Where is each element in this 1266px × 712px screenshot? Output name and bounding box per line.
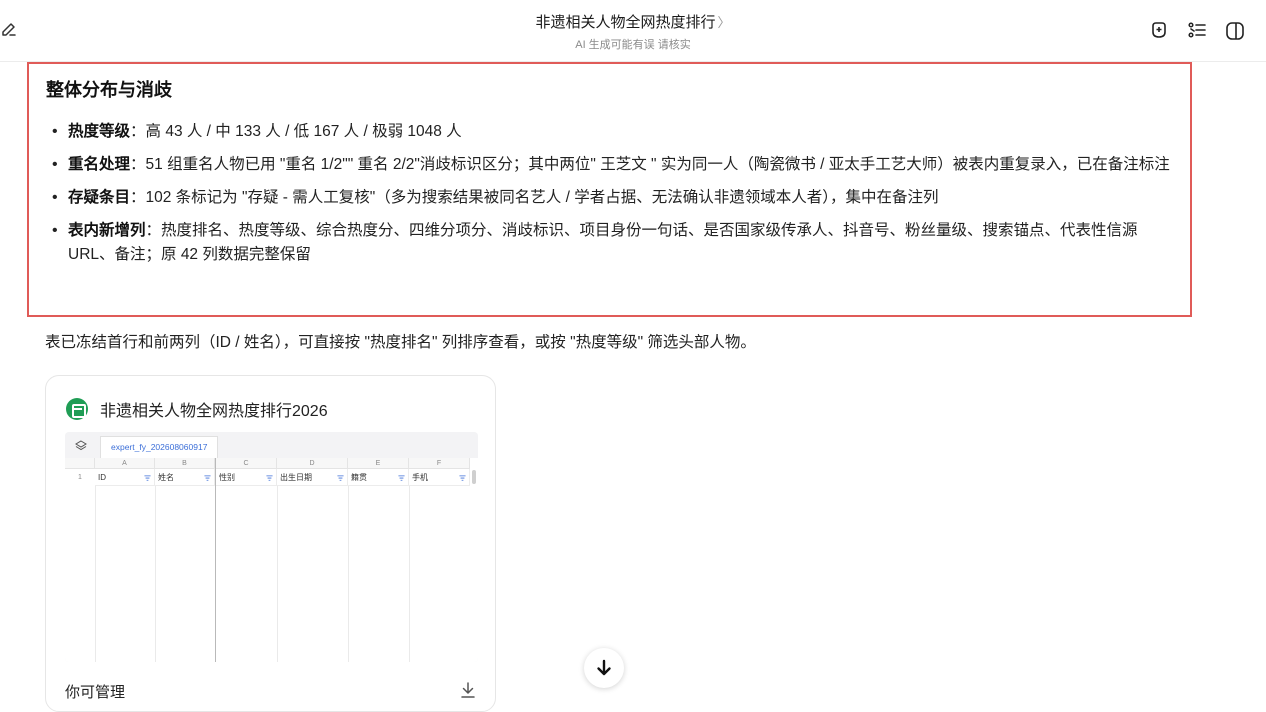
- summary-list: 热度等级：高 43 人 / 中 133 人 / 低 167 人 / 极弱 104…: [46, 120, 1176, 276]
- item-label: 热度等级: [68, 123, 131, 140]
- list-item: 表内新增列：热度排名、热度等级、综合热度分、四维分项分、消歧标识、项目身份一句话…: [46, 219, 1176, 267]
- filter-icon[interactable]: [266, 475, 273, 482]
- filter-icon[interactable]: [144, 475, 151, 482]
- summary-highlight-box: 整体分布与消歧 热度等级：高 43 人 / 中 133 人 / 低 167 人 …: [27, 62, 1192, 317]
- item-label: 表内新增列: [68, 222, 146, 239]
- cell-text: ID: [98, 473, 106, 482]
- sidebar-toggle-icon[interactable]: [1224, 20, 1246, 42]
- column-header-b[interactable]: B: [155, 458, 215, 469]
- item-text: ：高 43 人 / 中 133 人 / 低 167 人 / 极弱 1048 人: [130, 123, 462, 140]
- list-item: 重名处理：51 组重名人物已用 "重名 1/2"" 重名 2/2"消歧标识区分；…: [46, 153, 1176, 177]
- spreadsheet-card[interactable]: 非遗相关人物全网热度排行2026 expert_fy_202608060917 …: [45, 375, 496, 712]
- column-header-c[interactable]: C: [216, 458, 277, 469]
- filter-icon[interactable]: [337, 475, 344, 482]
- column-header-a[interactable]: A: [95, 458, 155, 469]
- scroll-to-bottom-button[interactable]: [584, 648, 624, 688]
- item-label: 存疑条目: [68, 189, 131, 206]
- spreadsheet-preview[interactable]: expert_fy_202608060917 A B C D E F 1 ID …: [65, 432, 478, 662]
- spreadsheet-file-icon: [66, 398, 88, 420]
- row-number[interactable]: 1: [65, 469, 95, 486]
- grid-line: [277, 486, 278, 662]
- sheet-tab[interactable]: expert_fy_202608060917: [100, 436, 219, 458]
- card-header[interactable]: 非遗相关人物全网热度排行2026: [66, 398, 328, 420]
- conversation-title[interactable]: 非遗相关人物全网热度排行: [535, 14, 715, 31]
- cell-header-hometown[interactable]: 籍贯: [348, 469, 409, 486]
- filter-icon[interactable]: [398, 475, 405, 482]
- item-text: ：热度排名、热度等级、综合热度分、四维分项分、消歧标识、项目身份一句话、是否国家…: [68, 222, 1138, 263]
- layers-icon[interactable]: [75, 439, 87, 451]
- grid-line: [409, 486, 410, 662]
- manage-label[interactable]: 你可管理: [65, 681, 125, 702]
- conversation-title-area: 非遗相关人物全网热度排行〉 AI 生成可能有误 请核实: [0, 11, 1266, 52]
- grid-line: [155, 486, 156, 662]
- outline-icon[interactable]: [1186, 20, 1208, 42]
- cell-text: 性别: [219, 473, 235, 482]
- column-header-d[interactable]: D: [277, 458, 348, 469]
- summary-title: 整体分布与消歧: [46, 80, 172, 100]
- new-chat-icon[interactable]: [1148, 20, 1170, 42]
- frozen-column-divider: [215, 458, 216, 662]
- ai-disclaimer: AI 生成可能有误 请核实: [575, 39, 691, 51]
- item-text: ：51 组重名人物已用 "重名 1/2"" 重名 2/2"消歧标识区分；其中两位…: [130, 156, 1170, 173]
- arrow-down-icon: [597, 659, 611, 676]
- item-text: ：102 条标记为 "存疑 - 需人工复核"（多为搜索结果被同名艺人 / 学者占…: [130, 189, 939, 206]
- sheet-tab-bar: expert_fy_202608060917: [65, 432, 478, 458]
- cell-header-phone[interactable]: 手机: [409, 469, 470, 486]
- item-label: 重名处理: [68, 156, 131, 173]
- cell-text: 姓名: [158, 473, 174, 482]
- cell-header-birthdate[interactable]: 出生日期: [277, 469, 348, 486]
- vertical-scrollbar[interactable]: [472, 470, 476, 484]
- freeze-note: 表已冻结首行和前两列（ID / 姓名），可直接按 "热度排名" 列排序查看，或按…: [45, 334, 756, 351]
- cell-text: 籍贯: [351, 473, 367, 482]
- cell-header-id[interactable]: ID: [95, 469, 155, 486]
- grid-line: [95, 486, 96, 662]
- filter-icon[interactable]: [204, 475, 211, 482]
- column-header-f[interactable]: F: [409, 458, 470, 469]
- grid-line: [348, 486, 349, 662]
- sheet-corner[interactable]: [65, 458, 95, 469]
- list-item: 存疑条目：102 条标记为 "存疑 - 需人工复核"（多为搜索结果被同名艺人 /…: [46, 186, 1176, 210]
- cell-header-gender[interactable]: 性别: [216, 469, 277, 486]
- download-icon[interactable]: [459, 681, 477, 699]
- sheet-grid[interactable]: A B C D E F 1 ID 姓名 性别 出生日期 籍贯 手机: [65, 458, 478, 662]
- title-chevron-icon[interactable]: 〉: [718, 15, 731, 30]
- cell-text: 出生日期: [280, 473, 312, 482]
- column-header-e[interactable]: E: [348, 458, 409, 469]
- spreadsheet-title[interactable]: 非遗相关人物全网热度排行2026: [100, 397, 328, 421]
- cell-text: 手机: [412, 473, 428, 482]
- list-item: 热度等级：高 43 人 / 中 133 人 / 低 167 人 / 极弱 104…: [46, 120, 1176, 144]
- filter-icon[interactable]: [459, 475, 466, 482]
- cell-header-name[interactable]: 姓名: [155, 469, 215, 486]
- top-header: 非遗相关人物全网热度排行〉 AI 生成可能有误 请核实: [0, 0, 1266, 62]
